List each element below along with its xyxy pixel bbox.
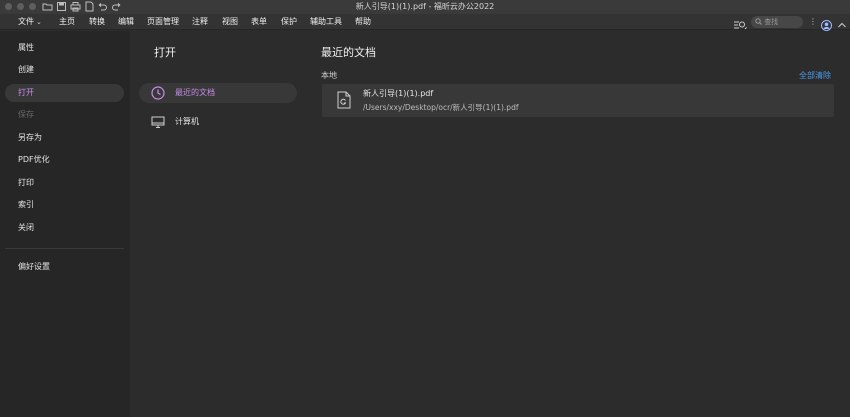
sidebar-item-save: 保存 xyxy=(18,110,34,119)
title-bar: 新人引导(1)(1).pdf - 福昕云办公2022 xyxy=(0,0,850,14)
menu-help[interactable]: 帮助 xyxy=(355,14,371,30)
search-options-icon[interactable] xyxy=(733,16,747,30)
recent-documents-title: 最近的文档 xyxy=(321,46,376,59)
sidebar-item-create[interactable]: 创建 xyxy=(5,61,124,79)
menu-protect[interactable]: 保护 xyxy=(281,14,297,30)
menu-home[interactable]: 主页 xyxy=(59,14,75,30)
open-panel: 打开 最近的文档 计算机 xyxy=(130,31,304,417)
collapse-ribbon-icon[interactable] xyxy=(837,16,847,28)
sidebar-item-print[interactable]: 打印 xyxy=(5,174,124,192)
sidebar-item-save-as[interactable]: 另存为 xyxy=(5,129,124,147)
local-section-label: 本地 xyxy=(321,71,337,80)
sidebar-item-pdf-optimize[interactable]: PDF优化 xyxy=(5,151,124,169)
menu-accessibility[interactable]: 辅助工具 xyxy=(310,14,342,30)
menu-form[interactable]: 表单 xyxy=(251,14,267,30)
menu-file[interactable]: 文件 ⌄ xyxy=(18,14,42,30)
menu-comment[interactable]: 注释 xyxy=(192,14,208,30)
sidebar-item-index[interactable]: 索引 xyxy=(5,196,124,214)
clock-icon xyxy=(151,86,165,100)
file-sidebar: 属性 创建 打开 保存 另存为 PDF优化 打印 索引 关闭 偏好设置 xyxy=(0,31,130,417)
open-recent-documents[interactable]: 最近的文档 xyxy=(139,83,297,103)
menu-view[interactable]: 视图 xyxy=(222,14,238,30)
menu-file-label: 文件 xyxy=(18,17,34,26)
search-placeholder: 查找 xyxy=(764,18,779,26)
recent-file-path: /Users/xxy/Desktop/ocr/新人引导(1)(1).pdf xyxy=(363,103,519,112)
sidebar-item-close[interactable]: 关闭 xyxy=(5,219,124,237)
sidebar-item-preferences[interactable]: 偏好设置 xyxy=(5,258,124,276)
pdf-file-icon xyxy=(337,91,351,109)
sidebar-item-properties[interactable]: 属性 xyxy=(5,39,124,57)
recent-documents-panel: 最近的文档 本地 全部清除 新人引导(1)(1).pdf /Users/xxy/… xyxy=(304,31,850,417)
window-title: 新人引导(1)(1).pdf - 福昕云办公2022 xyxy=(355,2,495,11)
menu-convert[interactable]: 转换 xyxy=(89,14,105,30)
menu-page-manage[interactable]: 页面管理 xyxy=(147,14,179,30)
chevron-down-icon: ⌄ xyxy=(36,18,42,26)
open-panel-title: 打开 xyxy=(154,46,176,59)
account-avatar-icon[interactable] xyxy=(821,16,832,31)
recent-file-name: 新人引导(1)(1).pdf xyxy=(363,89,434,98)
recent-file-item[interactable]: 新人引导(1)(1).pdf /Users/xxy/Desktop/ocr/新人… xyxy=(322,84,834,117)
more-options-icon[interactable]: ⋮ xyxy=(809,16,817,28)
menu-edit[interactable]: 编辑 xyxy=(118,14,134,30)
menu-bar: 文件 ⌄ 主页 转换 编辑 页面管理 注释 视图 表单 保护 辅助工具 帮助 查找… xyxy=(0,14,850,31)
sidebar-divider xyxy=(5,248,124,249)
monitor-icon xyxy=(151,115,165,129)
sidebar-item-open[interactable]: 打开 xyxy=(5,84,124,102)
search-icon xyxy=(755,18,762,25)
open-recent-label: 最近的文档 xyxy=(175,88,215,97)
search-input[interactable]: 查找 xyxy=(751,16,803,28)
open-computer[interactable]: 计算机 xyxy=(139,112,297,132)
clear-all-link[interactable]: 全部清除 xyxy=(799,70,831,81)
open-computer-label: 计算机 xyxy=(175,117,199,126)
